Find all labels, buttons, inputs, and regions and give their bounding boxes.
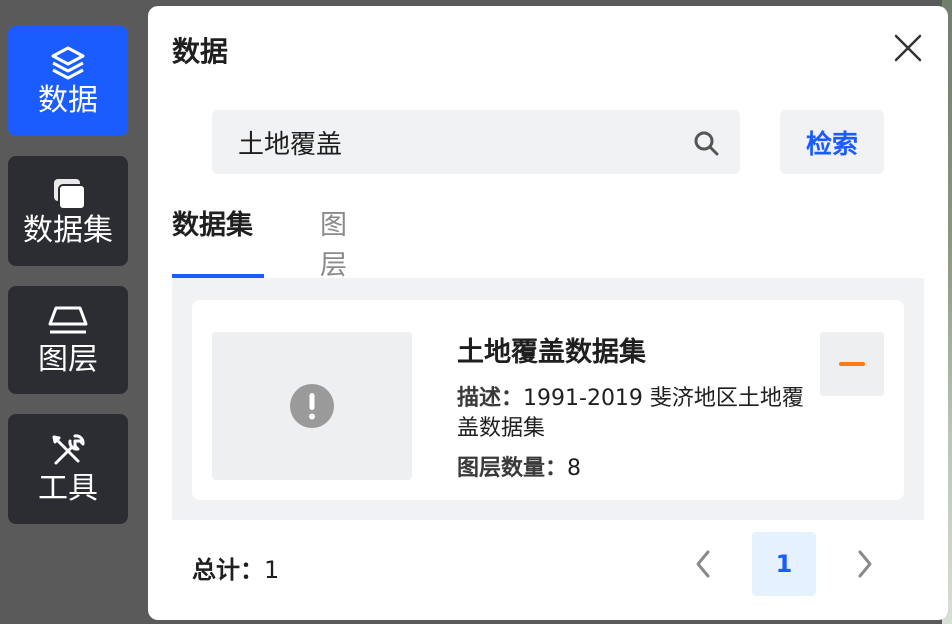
layers-icon	[46, 43, 90, 83]
total-key: 总计：	[192, 556, 264, 584]
sidebar-item-label: 图层	[38, 342, 98, 377]
remove-button[interactable]	[820, 332, 884, 396]
thumbnail-placeholder	[212, 332, 412, 480]
layer-count: 图层数量：8	[457, 450, 581, 482]
sidebar-item-data[interactable]: 数据	[8, 26, 128, 136]
current-page-button[interactable]: 1	[752, 532, 816, 596]
next-page-button[interactable]	[848, 546, 880, 582]
search-icon[interactable]	[692, 129, 720, 157]
dataset-card[interactable]: 土地覆盖数据集 描述：1991-2019 斐济地区土地覆盖数据集 图层数量：8	[192, 300, 904, 500]
search-input[interactable]	[212, 112, 672, 172]
left-toolbar: 数据 数据集 图层 工具	[8, 26, 128, 544]
panel-title: 数据	[172, 35, 229, 68]
sidebar-item-tools[interactable]: 工具	[8, 414, 128, 524]
sidebar-item-datasets[interactable]: 数据集	[8, 156, 128, 266]
prev-page-button[interactable]	[688, 546, 720, 582]
search-box	[212, 110, 740, 174]
dataset-title: 土地覆盖数据集	[457, 337, 646, 368]
tab-layers[interactable]: 图层	[320, 206, 347, 281]
dataset-description: 描述：1991-2019 斐济地区土地覆盖数据集	[457, 384, 807, 444]
layer-count-value: 8	[567, 456, 582, 481]
total-value: 1	[264, 556, 280, 584]
close-icon	[894, 34, 922, 62]
total-count: 总计：1	[192, 550, 279, 585]
layer-plane-icon	[46, 302, 90, 342]
search-button[interactable]: 检索	[780, 110, 884, 174]
chevron-right-icon	[858, 550, 872, 578]
sidebar-item-layers[interactable]: 图层	[8, 286, 128, 394]
chevron-left-icon	[696, 550, 710, 578]
close-button[interactable]	[888, 28, 928, 68]
minus-icon	[839, 362, 865, 366]
sidebar-item-label: 工具	[38, 471, 98, 506]
tools-icon	[46, 431, 90, 471]
sidebar-item-label: 数据	[38, 83, 98, 118]
layer-count-key: 图层数量：	[457, 456, 568, 481]
tab-datasets[interactable]: 数据集	[172, 206, 264, 278]
data-panel: 数据 检索 数据集 图层 土地覆盖数据集	[148, 6, 948, 620]
description-key: 描述：	[457, 386, 524, 411]
sidebar-item-label: 数据集	[23, 213, 113, 248]
cards-icon	[46, 173, 90, 213]
result-list: 土地覆盖数据集 描述：1991-2019 斐济地区土地覆盖数据集 图层数量：8	[172, 278, 924, 520]
alert-icon	[290, 384, 334, 428]
